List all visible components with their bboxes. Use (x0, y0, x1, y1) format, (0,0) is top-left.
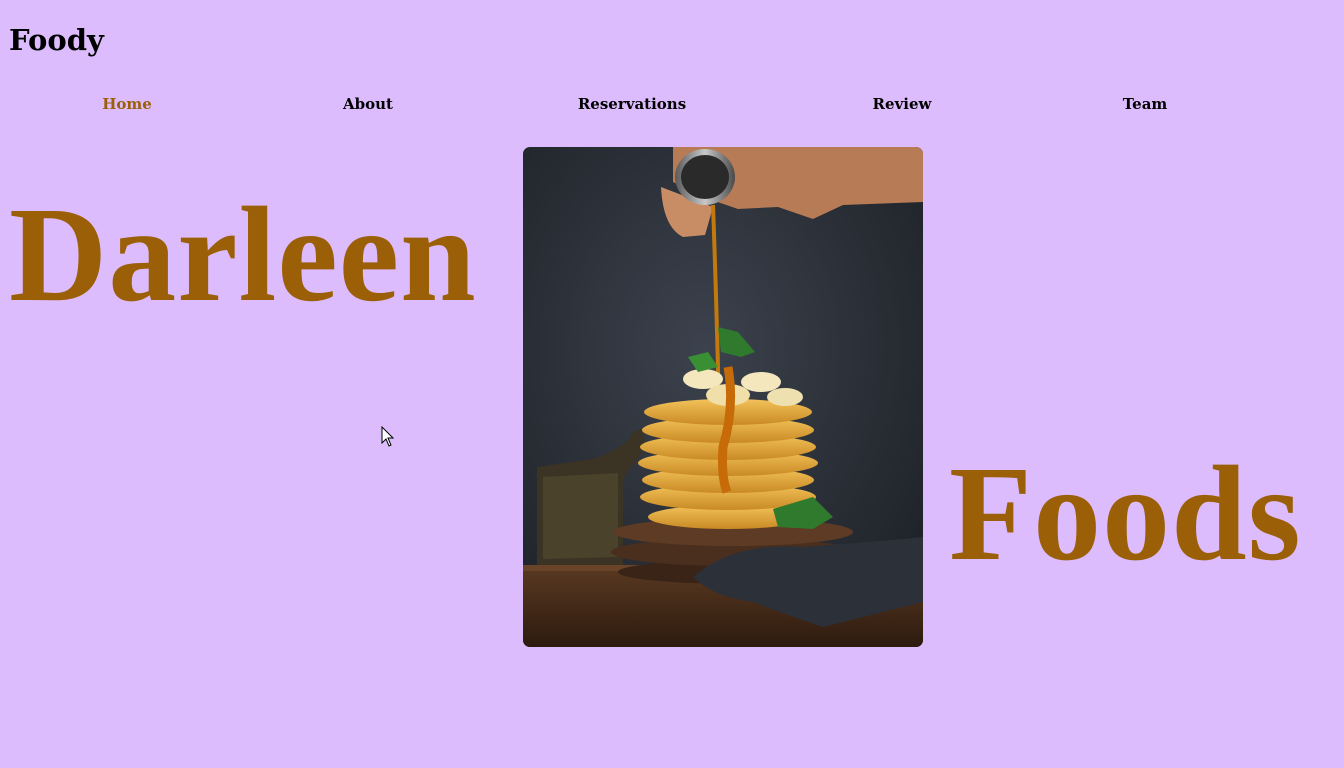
hero-image (523, 147, 923, 647)
pancake-photo (523, 147, 923, 647)
hero-title-right: Foods (949, 439, 1302, 589)
brand-logo[interactable]: Foody (9, 20, 104, 60)
mouse-cursor-icon (381, 426, 395, 447)
nav-link-about[interactable]: About (343, 92, 393, 116)
nav-link-reservations[interactable]: Reservations (578, 92, 686, 116)
nav-link-team[interactable]: Team (1123, 92, 1168, 116)
hero-title-left: Darleen (9, 180, 477, 330)
main-nav: Home About Reservations Review Team (0, 92, 1344, 116)
nav-link-review[interactable]: Review (873, 92, 932, 116)
nav-link-home[interactable]: Home (102, 92, 152, 116)
